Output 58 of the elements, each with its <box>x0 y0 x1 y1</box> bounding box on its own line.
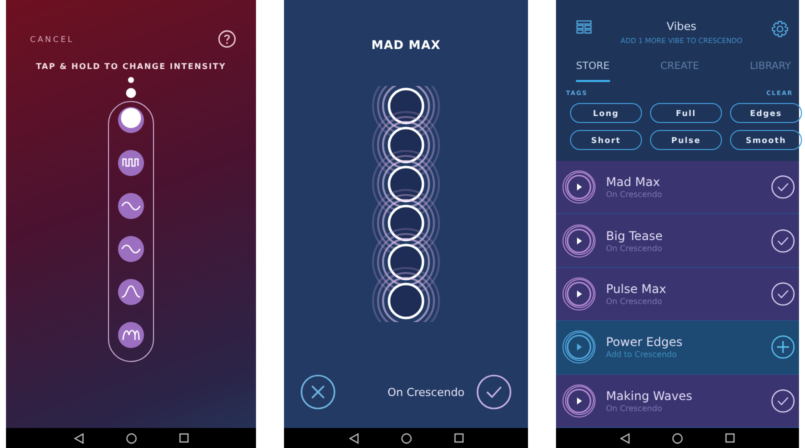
vibe-row[interactable]: Pulse Max On Crescendo <box>556 268 799 322</box>
tag-chip[interactable]: Full <box>650 103 722 123</box>
screen-title: Vibes <box>666 20 696 33</box>
play-icon[interactable] <box>562 384 596 418</box>
settings-icon[interactable] <box>770 20 789 38</box>
tag-chip[interactable]: Pulse <box>650 130 722 150</box>
pattern-button[interactable] <box>117 192 145 220</box>
pattern-button[interactable] <box>117 278 145 306</box>
pattern-button[interactable] <box>117 321 145 349</box>
tab[interactable]: STORE <box>576 61 610 82</box>
menu-icon[interactable] <box>576 20 592 34</box>
vibe-status: On Crescendo <box>606 297 664 306</box>
status-text: On Crescendo <box>387 386 465 398</box>
vibe-row[interactable]: Power Edges Add to Crescendo <box>556 321 799 375</box>
vibe-status: On Crescendo <box>606 404 664 413</box>
home-icon[interactable] <box>400 432 412 444</box>
instruction-text: TAP & HOLD TO CHANGE INTENSITY <box>36 62 226 71</box>
play-icon[interactable] <box>562 170 596 204</box>
recents-icon[interactable] <box>178 433 188 443</box>
play-icon[interactable] <box>562 224 596 258</box>
vibe-name: Mad Max <box>606 175 661 190</box>
vibe-name: Power Edges <box>606 335 684 350</box>
vibe-status: On Crescendo <box>606 244 664 253</box>
vibe-row[interactable]: Mad Max On Crescendo <box>556 161 799 214</box>
vibe-name: Pulse Max <box>606 282 668 296</box>
close-button[interactable] <box>300 374 336 410</box>
pattern-button[interactable] <box>117 235 145 263</box>
home-icon[interactable] <box>672 432 683 444</box>
vibe-status: On Crescendo <box>606 190 664 200</box>
play-icon[interactable] <box>562 277 596 312</box>
pattern-button[interactable] <box>117 149 145 177</box>
back-icon[interactable] <box>348 432 358 444</box>
check-icon[interactable] <box>771 175 795 200</box>
home-icon[interactable] <box>126 432 136 444</box>
confirm-button[interactable] <box>476 374 512 410</box>
help-icon[interactable] <box>218 30 236 48</box>
tag-chip[interactable]: Edges <box>730 103 802 123</box>
recents-icon[interactable] <box>454 433 464 443</box>
check-icon[interactable] <box>771 228 795 253</box>
vibe-row[interactable]: Making Waves On Crescendo <box>556 374 799 428</box>
cancel-button[interactable]: CANCEL <box>30 34 74 44</box>
tag-chip[interactable]: Long <box>570 103 642 123</box>
tag-chip[interactable]: Short <box>570 130 642 150</box>
play-icon[interactable] <box>562 330 596 364</box>
add-icon[interactable] <box>771 335 795 360</box>
recents-icon[interactable] <box>725 433 735 443</box>
tag-chip[interactable]: Smooth <box>730 130 802 150</box>
check-icon[interactable] <box>771 282 795 306</box>
back-icon[interactable] <box>74 432 84 444</box>
vibe-row[interactable]: Big Tease On Crescendo <box>556 214 799 268</box>
pattern-button[interactable] <box>117 106 145 134</box>
check-icon[interactable] <box>771 388 795 413</box>
vibe-name: Making Waves <box>606 388 694 403</box>
intensity-dots-icon <box>125 77 137 99</box>
back-icon[interactable] <box>620 432 630 444</box>
vibe-name: Big Tease <box>606 228 664 243</box>
vibe-status: Add to Crescendo <box>606 350 678 360</box>
vibe-title: MAD MAX <box>371 38 441 52</box>
